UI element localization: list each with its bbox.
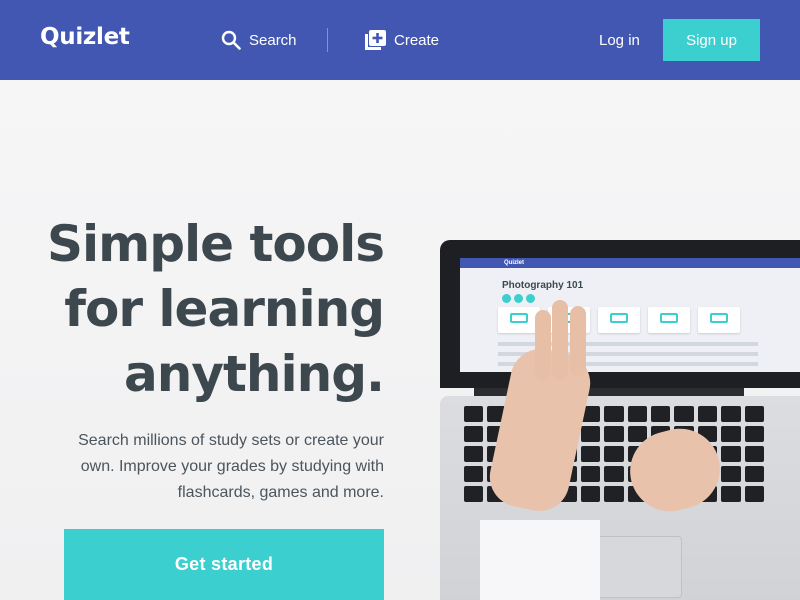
screen-app-bar: Quizlet [460, 258, 800, 268]
finger [535, 310, 551, 380]
finger [552, 300, 568, 380]
search-icon [221, 30, 241, 50]
nav-divider [327, 28, 328, 52]
create-icon [365, 30, 386, 50]
headline-line: anything. [124, 345, 385, 403]
finger [570, 306, 586, 376]
hero-section: Simple tools for learning anything. Sear… [0, 80, 800, 600]
hero-headline: Simple tools for learning anything. [4, 212, 385, 407]
headline-line: for learning [64, 280, 385, 338]
headline-line: Simple tools [47, 215, 385, 273]
laptop-trackpad [588, 536, 682, 598]
signup-button[interactable]: Sign up [663, 19, 760, 61]
create-nav-button[interactable]: Create [365, 28, 439, 52]
get-started-button[interactable]: Get started [64, 529, 384, 600]
quizlet-logo[interactable]: Quizlet [40, 24, 130, 50]
screen-study-modes [502, 294, 535, 303]
laptop-lid: Quizlet Photography 101 [440, 240, 800, 388]
search-nav-label: Search [249, 31, 297, 49]
shirt-sleeve [480, 520, 600, 600]
login-button[interactable]: Log in [599, 32, 640, 49]
create-nav-label: Create [394, 31, 440, 49]
laptop-screen: Quizlet Photography 101 [460, 258, 800, 372]
search-nav-button[interactable]: Search [221, 28, 297, 52]
laptop-hero-image: Quizlet Photography 101 [440, 240, 800, 600]
screen-set-title: Photography 101 [502, 280, 584, 291]
top-navigation-bar: Quizlet Search Create Log in Sign up [0, 0, 800, 80]
hero-subtext: Search millions of study sets or create … [78, 432, 384, 501]
